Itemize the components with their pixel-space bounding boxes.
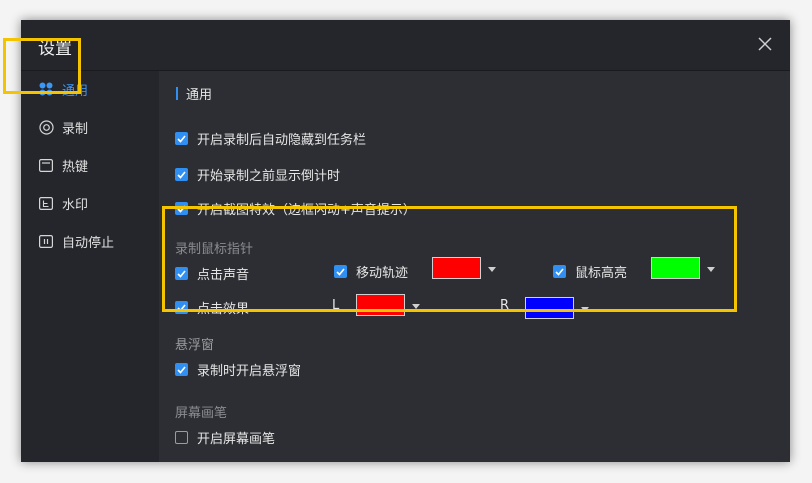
settings-content: 通用 开启录制后自动隐藏到任务栏 开始录制之前显示倒计时 开启截图特效（边框闪动… [159,71,790,462]
right-click-color-dropdown-icon[interactable] [581,307,589,312]
checkbox[interactable] [175,363,188,376]
float-window-group-title: 悬浮窗 [175,338,215,353]
sidebar-item-label: 自动停止 [62,235,115,251]
sidebar: 通用 录制 热键 水印 自动停止 [21,71,159,462]
option-move-track[interactable]: 移动轨迹 [334,262,408,281]
right-click-color-swatch[interactable] [525,297,574,319]
close-icon [758,37,772,51]
option-click-sound[interactable]: 点击声音 [175,264,249,283]
watermark-icon [38,195,54,211]
option-label: 开启录制后自动隐藏到任务栏 [197,133,367,148]
option-click-effect[interactable]: 点击效果 [175,298,249,317]
move-track-color-dropdown-icon[interactable] [488,267,496,272]
option-label: 开启屏幕画笔 [197,432,276,447]
sidebar-item-watermark[interactable]: 水印 [21,185,159,221]
check-icon [177,134,186,143]
sidebar-item-label: 水印 [62,197,89,213]
check-icon [555,267,564,276]
sidebar-item-auto-stop[interactable]: 自动停止 [21,223,159,259]
option-label: 移动轨迹 [356,266,409,281]
option-label: 点击声音 [197,268,250,283]
sidebar-item-hotkey[interactable]: 热键 [21,147,159,183]
checkbox[interactable] [175,301,188,314]
section-accent-bar [176,87,178,100]
grid-dots-icon [38,81,54,97]
option-label: 开始录制之前显示倒计时 [197,169,341,184]
check-icon [177,269,186,278]
close-button[interactable] [754,33,776,55]
sidebar-item-label: 热键 [62,159,89,175]
highlight-color-dropdown-icon[interactable] [707,267,715,272]
checkbox[interactable] [175,132,188,145]
right-click-label: R [500,298,510,313]
highlight-color-swatch[interactable] [651,257,700,279]
option-label: 鼠标高亮 [575,266,628,281]
title-bar: 设置 [21,20,790,71]
sidebar-item-general[interactable]: 通用 [21,71,159,107]
option-screenshot-effect[interactable]: 开启截图特效（边框闪动+声音提示） [175,199,416,218]
keyboard-box-icon [38,157,54,173]
option-label: 开启截图特效（边框闪动+声音提示） [197,203,416,218]
checkbox[interactable] [175,431,188,444]
sidebar-item-label: 录制 [62,121,89,137]
option-countdown[interactable]: 开始录制之前显示倒计时 [175,165,340,184]
checkbox[interactable] [175,267,188,280]
left-click-label: L [332,298,340,313]
option-label: 点击效果 [197,302,250,317]
check-icon [177,365,186,374]
checkbox[interactable] [175,168,188,181]
checkbox[interactable] [175,202,188,215]
screen-pen-group-title: 屏幕画笔 [175,406,228,421]
option-auto-hide[interactable]: 开启录制后自动隐藏到任务栏 [175,129,366,148]
option-label: 录制时开启悬浮窗 [197,364,302,379]
settings-dialog: 设置 通用 录制 热键 水印 自动停止 通用 开启录制后自动隐藏到任务栏 开始录… [21,20,790,462]
sidebar-item-label: 通用 [62,83,89,99]
sidebar-item-record[interactable]: 录制 [21,109,159,145]
check-icon [177,204,186,213]
check-icon [336,267,345,276]
checkbox[interactable] [553,265,566,278]
dialog-title: 设置 [38,39,72,59]
option-float-window[interactable]: 录制时开启悬浮窗 [175,360,301,379]
option-cursor-highlight[interactable]: 鼠标高亮 [553,262,627,281]
left-click-color-swatch[interactable] [356,294,405,316]
checkbox[interactable] [334,265,347,278]
pause-box-icon [38,233,54,249]
move-track-color-swatch[interactable] [432,257,481,279]
cursor-group-title: 录制鼠标指针 [175,242,254,257]
record-circle-icon [38,119,54,135]
option-screen-pen[interactable]: 开启屏幕画笔 [175,428,275,447]
section-title: 通用 [176,84,212,103]
left-click-color-dropdown-icon[interactable] [412,304,420,309]
check-icon [177,170,186,179]
check-icon [177,303,186,312]
